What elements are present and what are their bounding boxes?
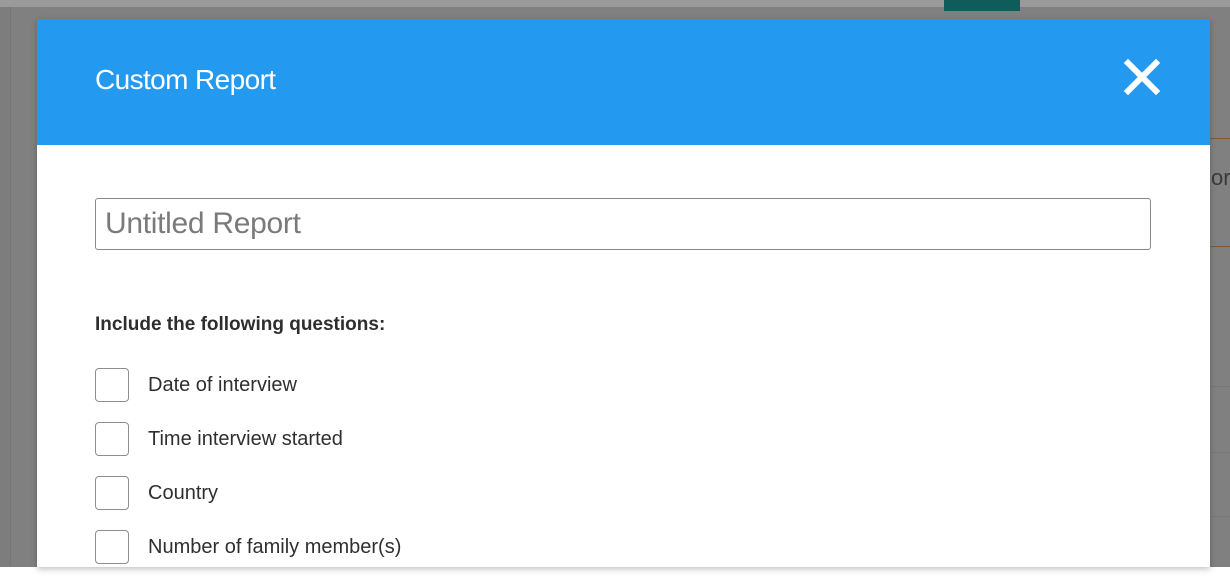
question-checkbox[interactable] [95, 368, 129, 402]
question-label: Country [148, 482, 219, 504]
question-label: Date of interview [148, 374, 297, 396]
question-item-number-of-family-members[interactable]: Number of family member(s) [95, 530, 995, 584]
question-item-time-interview-started[interactable]: Time interview started [95, 422, 995, 476]
background-divider [1210, 246, 1230, 247]
custom-report-modal: Custom Report Include the following ques… [37, 19, 1210, 567]
question-item-date-of-interview[interactable]: Date of interview [95, 368, 995, 422]
background-right-panel [1210, 7, 1230, 567]
background-divider [1210, 516, 1230, 517]
question-checkbox[interactable] [95, 476, 129, 510]
question-checkbox[interactable] [95, 422, 129, 456]
close-icon [1120, 55, 1164, 99]
question-label: Number of family member(s) [148, 536, 402, 558]
background-peek-text: or [1211, 165, 1230, 190]
background-divider [1210, 138, 1230, 139]
background-divider [1210, 452, 1230, 453]
background-top-bar [0, 0, 1230, 7]
background-active-tab-indicator [944, 0, 1020, 11]
background-left-panel [0, 7, 10, 567]
report-name-input[interactable] [95, 198, 1151, 250]
questions-heading: Include the following questions: [95, 314, 386, 335]
modal-title: Custom Report [95, 64, 276, 95]
question-checkbox[interactable] [95, 530, 129, 564]
background-divider [1210, 386, 1230, 387]
question-label: Time interview started [148, 428, 343, 450]
question-list: Date of interview Time interview started… [95, 368, 995, 584]
question-item-country[interactable]: Country [95, 476, 995, 530]
close-button[interactable] [1120, 55, 1164, 99]
modal-header: Custom Report [37, 19, 1210, 145]
